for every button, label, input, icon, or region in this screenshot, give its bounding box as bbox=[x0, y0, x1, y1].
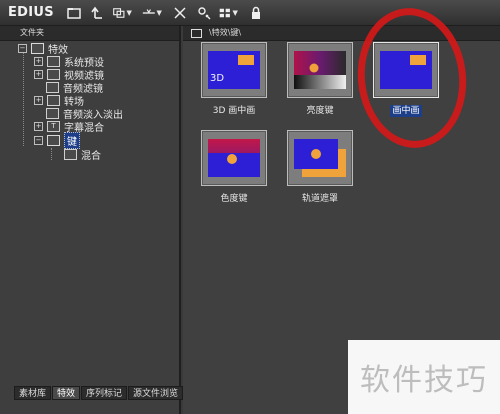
tree-item-keyers[interactable]: − 键 bbox=[34, 132, 80, 149]
folder-panel: 文件夹 − 特效 + 系统预设 + 视频滤镜 音频滤镜 + 转场 音频淡入淡出 … bbox=[0, 26, 181, 414]
effect-tile-label: 3D 画中画 bbox=[212, 106, 256, 116]
folder-icon bbox=[31, 43, 44, 54]
tab-sequence-markers[interactable]: 序列标记 bbox=[81, 386, 128, 400]
effect-tile-label: 轨道遮罩 bbox=[301, 194, 338, 204]
collapse-icon[interactable]: − bbox=[34, 136, 43, 145]
close-icon[interactable] bbox=[170, 3, 190, 23]
folder-icon bbox=[46, 82, 59, 93]
view-icon[interactable]: ▼ bbox=[218, 3, 238, 23]
effect-tile-label: 色度键 bbox=[220, 194, 248, 204]
chevron-down-icon: ▼ bbox=[156, 8, 162, 17]
tree-connector bbox=[51, 148, 52, 160]
tab-bin[interactable]: 素材库 bbox=[14, 386, 52, 400]
panel-tabs: 素材库 特效 序列标记 源文件浏览 bbox=[14, 386, 184, 400]
effect-tile-3d-pip[interactable]: 3D 3D 画中画 bbox=[197, 42, 271, 117]
split-icon[interactable]: ▼ bbox=[142, 3, 162, 23]
effect-thumbnail: 3D bbox=[201, 42, 267, 98]
folder-open-icon bbox=[47, 135, 60, 146]
folder-icon bbox=[47, 69, 60, 80]
effect-thumbnail bbox=[287, 130, 353, 186]
folder-icon bbox=[47, 95, 60, 106]
effect-tile-track-matte[interactable]: 轨道遮罩 bbox=[283, 130, 357, 205]
folder-icon bbox=[46, 108, 59, 119]
effect-thumbnail bbox=[201, 130, 267, 186]
folder-icon bbox=[64, 149, 77, 160]
tree-item-label: 键 bbox=[64, 132, 80, 149]
expand-icon[interactable]: + bbox=[34, 70, 43, 79]
track-matte-thumbnail-icon bbox=[294, 139, 346, 177]
settings-icon[interactable] bbox=[194, 3, 214, 23]
collapse-icon[interactable]: − bbox=[18, 44, 27, 53]
title-icon: T bbox=[47, 121, 60, 132]
effect-tile-luma-key[interactable]: 亮度键 bbox=[283, 42, 357, 117]
tree-item-blend[interactable]: 混合 bbox=[64, 148, 101, 162]
app-title: EDIUS bbox=[8, 5, 54, 20]
watermark-text: 软件技巧 bbox=[360, 363, 488, 398]
luma-key-thumbnail-icon bbox=[294, 51, 346, 89]
3d-badge: 3D bbox=[210, 73, 225, 84]
watermark: 软件技巧 bbox=[348, 340, 500, 414]
tree-connector bbox=[23, 50, 24, 146]
folder-icon bbox=[47, 56, 60, 67]
tab-source-browser[interactable]: 源文件浏览 bbox=[128, 386, 184, 400]
expand-icon[interactable]: + bbox=[34, 122, 43, 131]
folder-icon[interactable] bbox=[64, 3, 84, 23]
effect-tile-chroma-key[interactable]: 色度键 bbox=[197, 130, 271, 205]
effect-thumbnail bbox=[287, 42, 353, 98]
chevron-down-icon: ▼ bbox=[126, 8, 132, 17]
current-path: \特效\键\ bbox=[209, 28, 242, 37]
tree-item-effects[interactable]: − 特效 bbox=[18, 42, 68, 56]
chevron-down-icon: ▼ bbox=[232, 8, 238, 17]
expand-icon[interactable]: + bbox=[34, 57, 43, 66]
folder-panel-header: 文件夹 bbox=[0, 26, 179, 41]
effect-tile-label: 亮度键 bbox=[306, 106, 334, 116]
tree-item-label: 混合 bbox=[81, 151, 101, 162]
folder-icon bbox=[191, 29, 202, 38]
copy-icon[interactable]: ▼ bbox=[112, 3, 132, 23]
up-folder-icon[interactable] bbox=[88, 3, 108, 23]
lock-icon[interactable] bbox=[246, 3, 266, 23]
tab-effects[interactable]: 特效 bbox=[52, 386, 81, 400]
expand-icon[interactable]: + bbox=[34, 96, 43, 105]
chroma-key-thumbnail-icon bbox=[208, 139, 260, 177]
